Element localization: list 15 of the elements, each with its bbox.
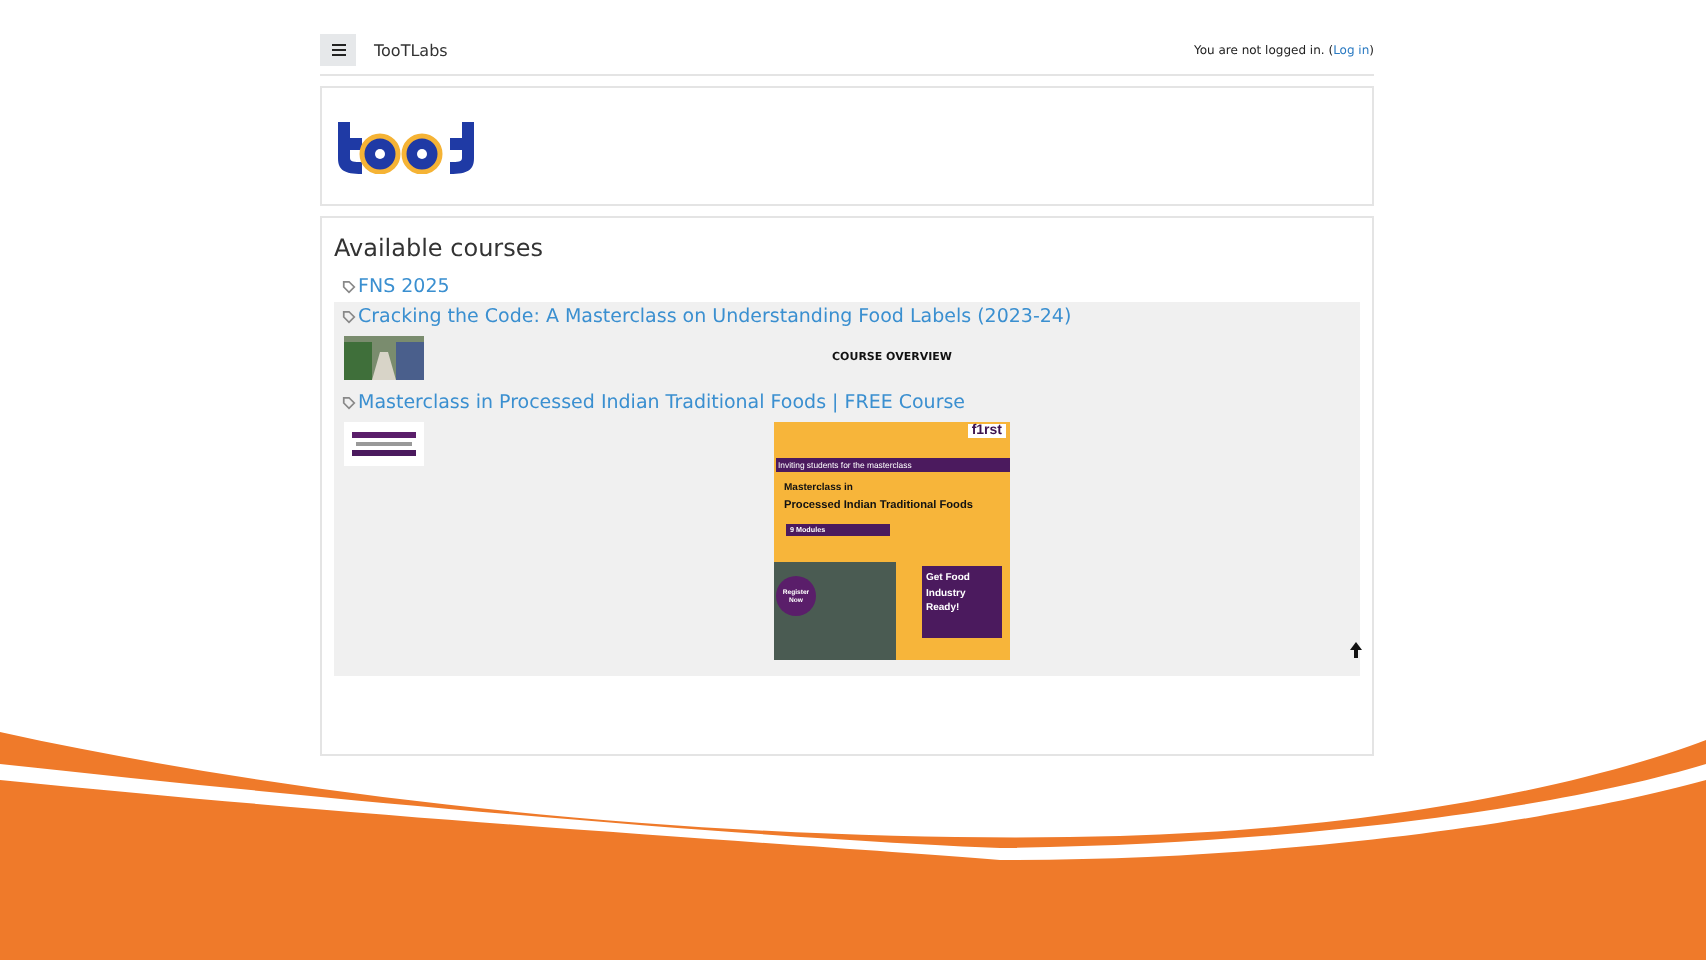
supermarket-photo-placeholder: [344, 336, 424, 380]
course-icon: [342, 396, 356, 410]
site-name: TooTLabs: [374, 41, 450, 59]
course-icon: [342, 280, 356, 294]
course-link[interactable]: Cracking the Code: A Masterclass on Understanding Food Labels (2023-24): [358, 306, 1072, 328]
course-link[interactable]: FNS 2025: [358, 276, 450, 298]
menu-button[interactable]: [320, 34, 356, 66]
course-thumbnail: [344, 422, 424, 466]
toot-logo: [336, 118, 476, 174]
arrow-up-icon[interactable]: [1346, 640, 1366, 660]
food-photo-placeholder: [774, 562, 896, 660]
menu-icon: [331, 44, 345, 56]
course-icon: [342, 310, 356, 324]
course-link[interactable]: Masterclass in Processed Indian Traditional Foods | FREE Course: [358, 392, 966, 414]
section-heading: Available courses: [334, 234, 545, 262]
